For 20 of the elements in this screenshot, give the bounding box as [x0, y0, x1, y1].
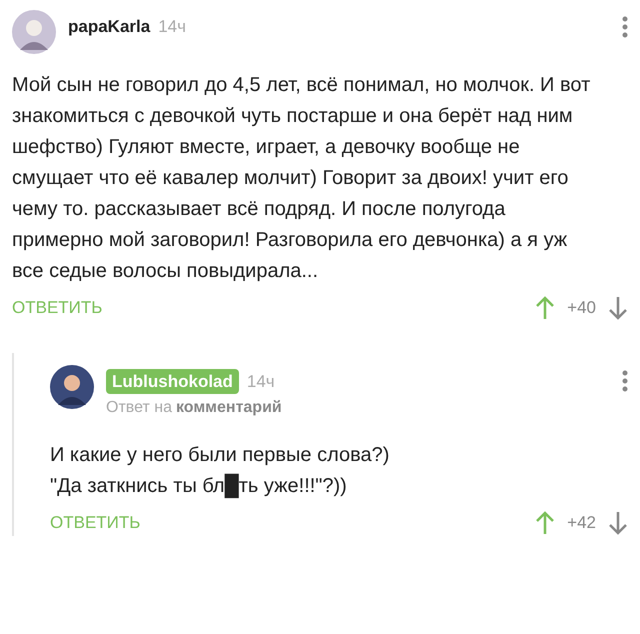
comment-time: 14ч — [158, 16, 186, 38]
reply-button[interactable]: ОТВЕТИТЬ — [50, 510, 140, 536]
comment-text: "Да заткнись ты бл█ть уже!!!"?)) — [50, 472, 348, 500]
comment-text: Мой сын не говорил до 4,5 лет, всё понимал, но молчок. И вот знакомиться с девочкой чуть постарше и она берёт над ним шефство) Гуляют вместе, играет, а девочку вообще не смущает что её кавалер молчит) Говорит за двоих! учит его чему то. рассказывает всё подряд. И после полугода примерно мой заговорил! Разговорила его девчонка) а я уж все седые волосы повыдирала... — [12, 73, 592, 284]
upvote-icon[interactable] — [535, 510, 556, 535]
score: +40 — [567, 297, 596, 319]
score: +42 — [567, 512, 596, 534]
parent-comment-link[interactable]: комментарий — [176, 396, 282, 420]
downvote-icon[interactable] — [608, 510, 628, 535]
reply-button[interactable]: ОТВЕТИТЬ — [12, 295, 102, 320]
more-options-icon[interactable] — [622, 16, 628, 38]
downvote-icon[interactable] — [608, 296, 628, 320]
comment-time: 14ч — [246, 370, 275, 392]
author-name[interactable]: papaKarla — [68, 14, 150, 40]
avatar[interactable] — [50, 364, 94, 408]
more-options-icon[interactable] — [622, 370, 628, 392]
comment-text: И какие у него были первые слова?) — [50, 443, 390, 468]
reply-prefix: Ответ на — [106, 398, 172, 418]
author-name[interactable]: Lublushokolad — [106, 368, 239, 394]
upvote-icon[interactable] — [535, 296, 556, 320]
